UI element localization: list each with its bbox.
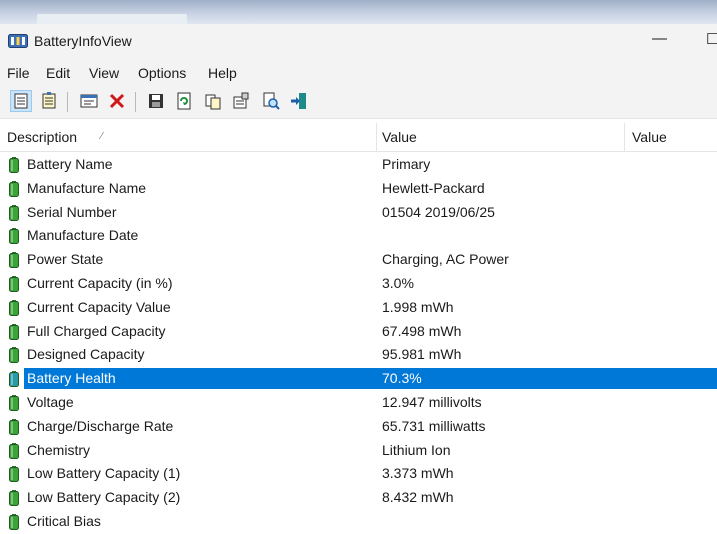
row-value: 8.432 mWh [382, 489, 454, 506]
row-value: 1.998 mWh [382, 298, 454, 315]
battery-icon [9, 371, 19, 388]
menu-options[interactable]: Options [138, 65, 186, 81]
battery-icon [9, 347, 19, 364]
row-value: Hewlett-Packard [382, 179, 485, 196]
row-value: 12.947 millivolts [382, 393, 482, 410]
delete-icon[interactable] [107, 91, 127, 111]
row-value: 95.981 mWh [382, 346, 462, 363]
list-row[interactable]: Voltage 12.947 millivolts [0, 391, 717, 415]
row-value: 70.3% [382, 370, 422, 387]
list-row[interactable]: Battery Name Primary [0, 153, 717, 177]
list-row[interactable]: Current Capacity (in %) 3.0% [0, 272, 717, 296]
list-row[interactable]: Serial Number 01504 2019/06/25 [0, 201, 717, 225]
row-description: Battery Name [27, 156, 113, 172]
row-description: Power State [27, 251, 104, 268]
row-description: Charge/Discharge Rate [27, 417, 174, 434]
row-value: 65.731 milliwatts [382, 417, 486, 434]
view-log-icon[interactable] [39, 91, 59, 111]
list-row[interactable]: Power State Charging, AC Power [0, 248, 717, 272]
column-header-description[interactable]: Description [7, 129, 77, 145]
list-row[interactable]: Battery Health 70.3% [0, 367, 717, 391]
view-properties-icon[interactable] [10, 90, 32, 112]
row-description: Voltage [27, 393, 74, 410]
refresh-icon[interactable] [174, 91, 194, 111]
list-row[interactable]: Low Battery Capacity (1) 3.373 mWh [0, 462, 717, 486]
row-value: Primary [382, 156, 431, 172]
desktop-patch [37, 14, 187, 24]
selection-highlight [23, 367, 717, 391]
row-description: Low Battery Capacity (1) [27, 465, 181, 482]
desktop-background [0, 0, 717, 24]
menu-help[interactable]: Help [208, 65, 237, 81]
list-header: Description ⁄ Value Value [0, 123, 717, 152]
row-description: Current Capacity Value [27, 298, 171, 315]
maximize-button[interactable]: ☐ [706, 30, 717, 48]
battery-icon [9, 418, 19, 435]
battery-icon [9, 252, 19, 269]
row-value: 01504 2019/06/25 [382, 203, 495, 220]
battery-icon [9, 228, 19, 245]
battery-icon [9, 394, 19, 411]
battery-info-list: Battery Name Primary Manufacture Name Hewle… [0, 153, 717, 534]
find-icon[interactable] [261, 91, 281, 111]
list-row[interactable]: Critical Bias [0, 510, 717, 534]
battery-icon [9, 299, 19, 316]
row-description: Serial Number [27, 203, 117, 220]
menu-file[interactable]: File [7, 65, 30, 81]
list-row[interactable]: Full Charged Capacity 67.498 mWh [0, 320, 717, 344]
menu-view[interactable]: View [89, 65, 119, 81]
title-bar[interactable]: BatteryInfoView — ☐ [0, 24, 717, 60]
row-description: Current Capacity (in %) [27, 274, 173, 291]
toolbar-separator [67, 92, 68, 112]
battery-icon [9, 204, 19, 221]
column-header-value[interactable]: Value [382, 129, 417, 145]
save-icon[interactable] [146, 91, 166, 111]
row-description: Manufacture Name [27, 179, 147, 196]
battery-icon [9, 157, 19, 173]
row-description: Full Charged Capacity [27, 322, 166, 339]
exit-icon[interactable] [289, 91, 309, 111]
list-row[interactable]: Low Battery Capacity (2) 8.432 mWh [0, 486, 717, 510]
row-description: Low Battery Capacity (2) [27, 489, 181, 506]
list-row[interactable]: Current Capacity Value 1.998 mWh [0, 296, 717, 320]
toolbar [0, 86, 717, 119]
window-title: BatteryInfoView [34, 33, 132, 49]
toolbar-separator [135, 92, 136, 112]
row-description: Battery Health [27, 370, 116, 387]
app-window: BatteryInfoView — ☐ File Edit View Optio… [0, 24, 717, 532]
window-icon[interactable] [79, 91, 99, 111]
row-value: 3.373 mWh [382, 465, 454, 482]
column-header-value-2[interactable]: Value [632, 129, 667, 145]
list-row[interactable]: Manufacture Date [0, 224, 717, 248]
row-description: Designed Capacity [27, 346, 145, 363]
sort-arrow-icon: ⁄ [101, 131, 103, 142]
list-row[interactable]: Charge/Discharge Rate 65.731 milliwatts [0, 415, 717, 439]
row-description: Manufacture Date [27, 227, 139, 244]
battery-icon [9, 442, 19, 459]
battery-icon [9, 490, 19, 507]
row-value: Charging, AC Power [382, 251, 509, 268]
list-row[interactable]: Manufacture Name Hewlett-Packard [0, 177, 717, 201]
list-row[interactable]: Chemistry Lithium Ion [0, 439, 717, 463]
row-description: Critical Bias [27, 512, 101, 529]
properties-icon[interactable] [231, 91, 251, 111]
app-icon [8, 34, 28, 48]
battery-icon [9, 466, 19, 483]
minimize-button[interactable]: — [652, 30, 667, 47]
menu-edit[interactable]: Edit [46, 65, 70, 81]
copy-icon[interactable] [203, 91, 223, 111]
battery-icon [9, 513, 19, 530]
row-value: 3.0% [382, 274, 414, 291]
battery-icon [9, 323, 19, 340]
list-row[interactable]: Designed Capacity 95.981 mWh [0, 343, 717, 367]
column-divider[interactable] [376, 123, 377, 151]
row-description: Chemistry [27, 441, 91, 458]
battery-icon [9, 180, 19, 197]
row-value: 67.498 mWh [382, 322, 462, 339]
menu-bar: File Edit View Options Help [0, 60, 717, 86]
column-divider[interactable] [624, 123, 625, 151]
battery-icon [9, 275, 19, 292]
row-value: Lithium Ion [382, 441, 451, 458]
